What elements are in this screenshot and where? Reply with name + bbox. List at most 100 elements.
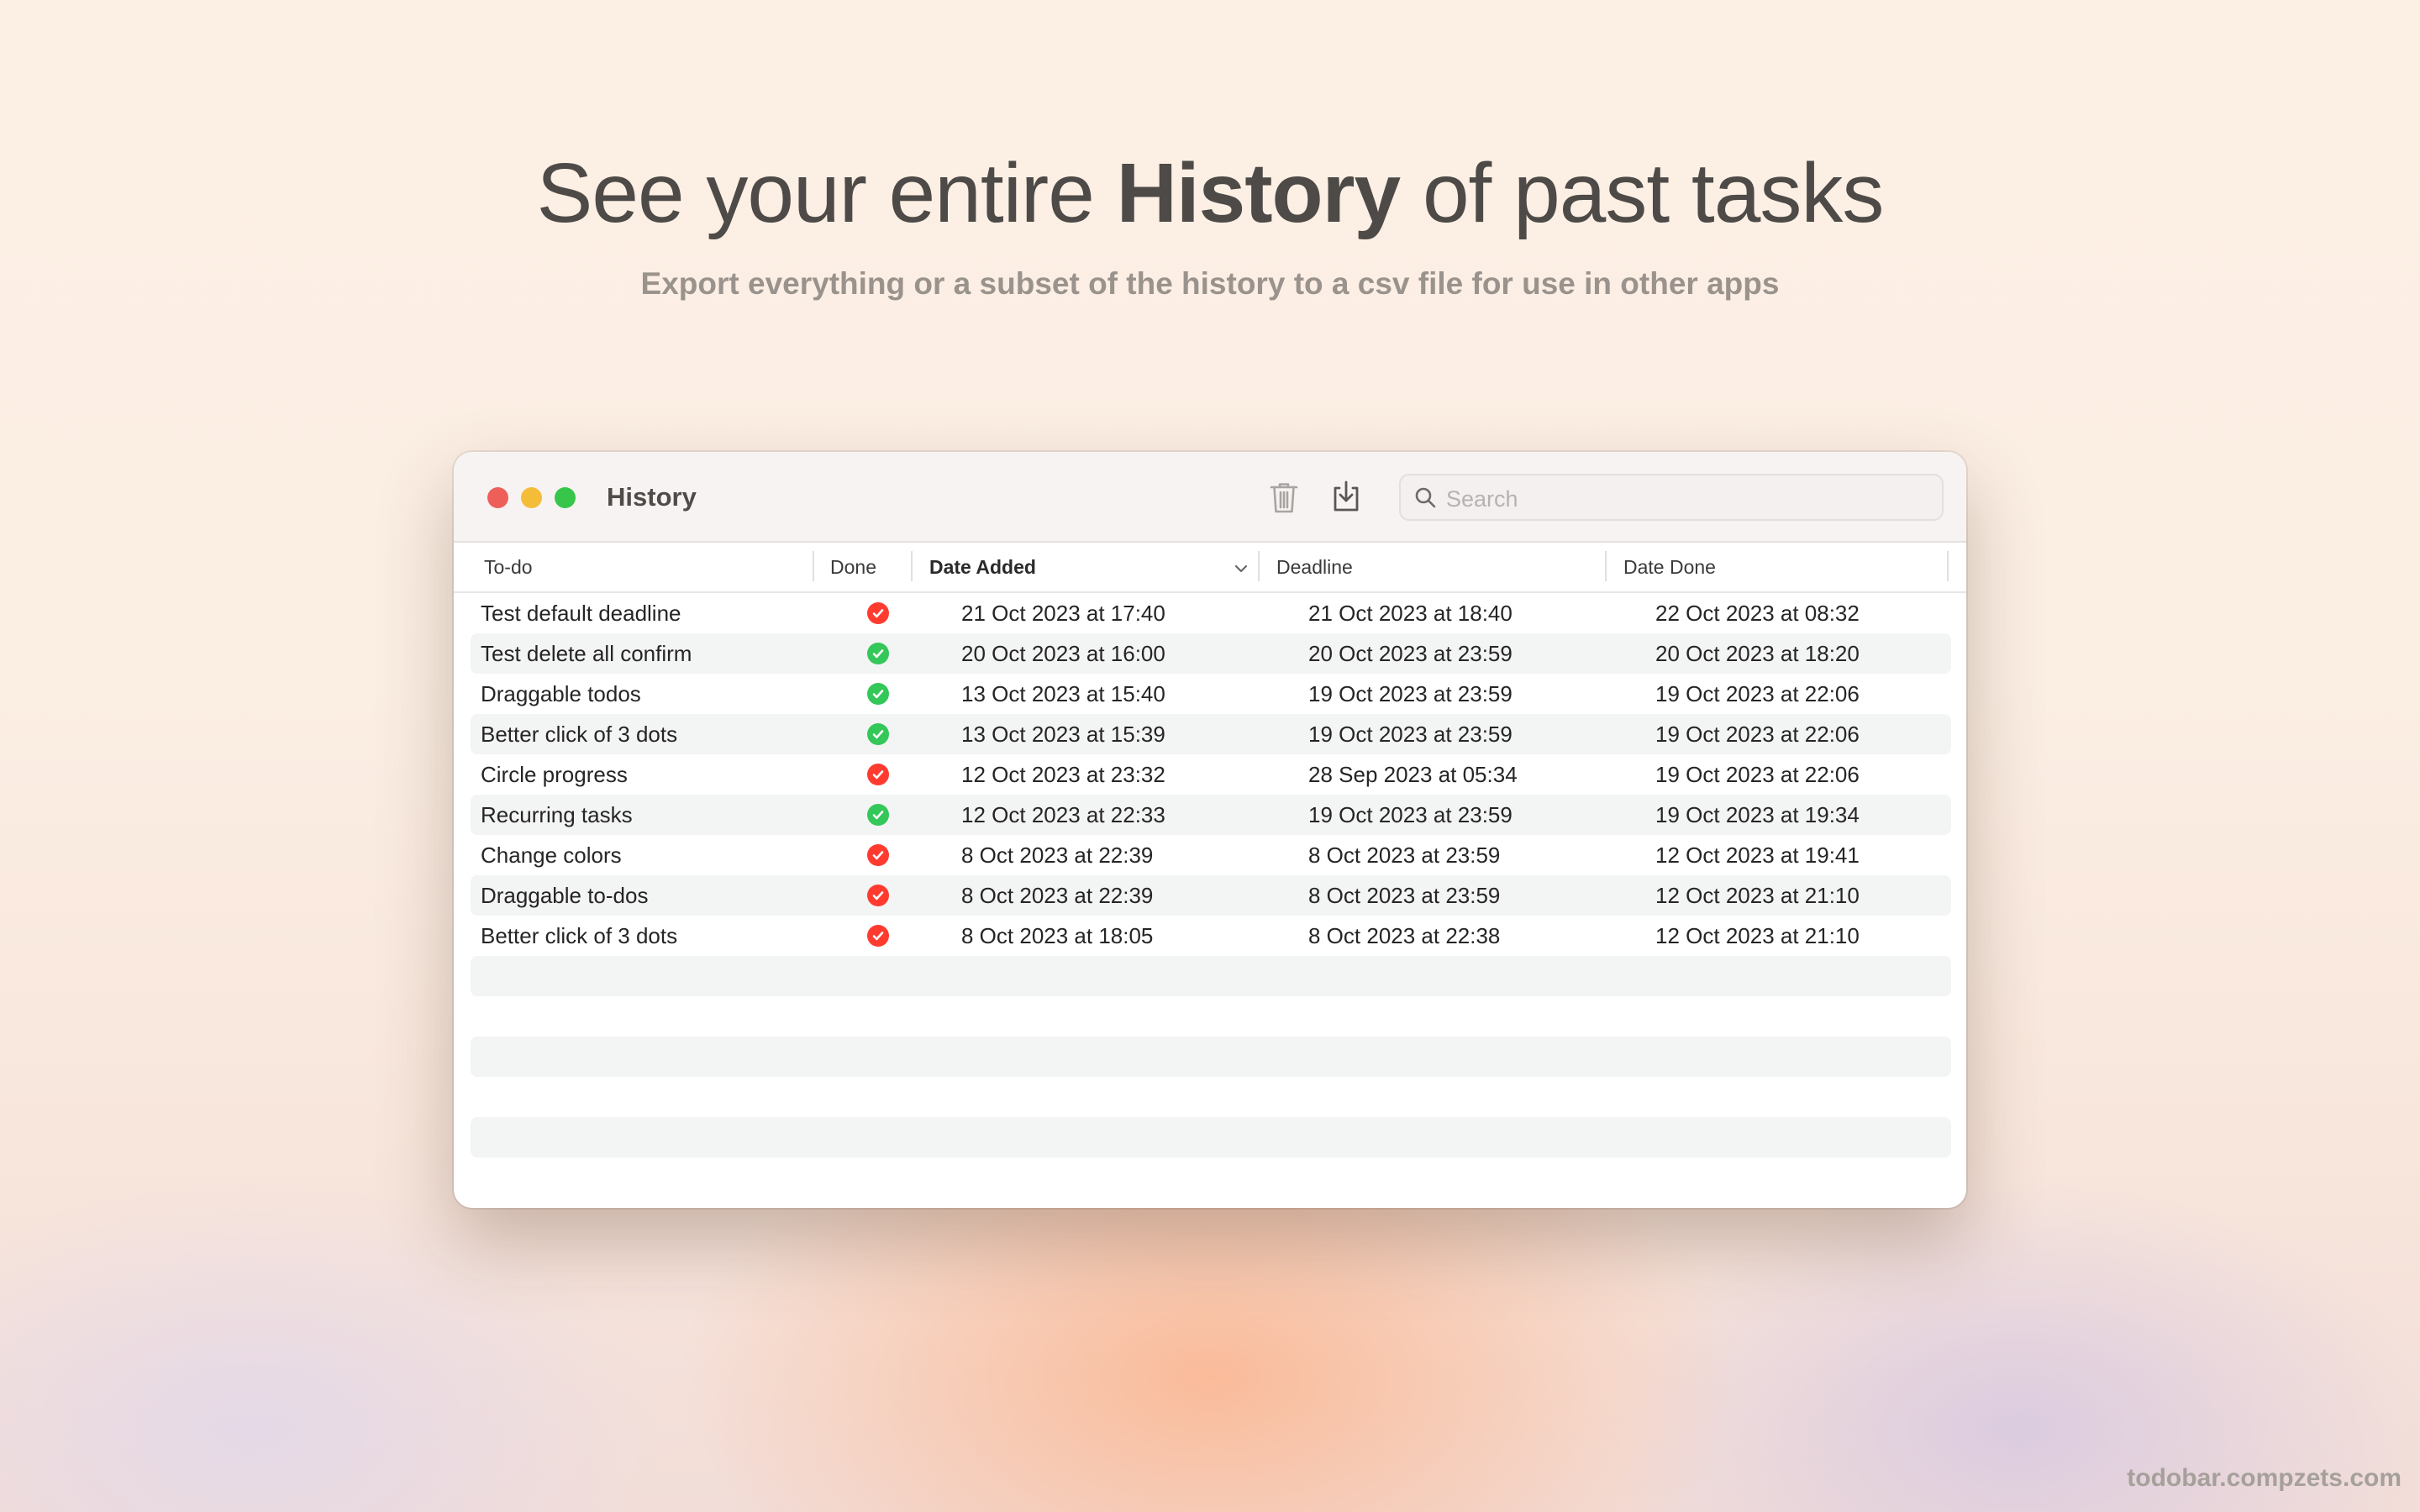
chevron-down-icon [1234, 564, 1248, 573]
done-cell [867, 723, 889, 745]
empty-row [471, 996, 1951, 1037]
date-done-cell: 12 Oct 2023 at 19:41 [1655, 843, 1860, 868]
column-divider[interactable] [1605, 551, 1607, 581]
zoom-button[interactable] [555, 487, 576, 508]
done-cell [867, 764, 889, 785]
empty-row [471, 1117, 1951, 1158]
column-header-date-done[interactable]: Date Done [1623, 553, 1716, 581]
table-row[interactable]: Circle progress 12 Oct 2023 at 23:32 28 Se… [471, 754, 1951, 795]
not-done-check-icon [867, 925, 889, 947]
date-added-cell: 13 Oct 2023 at 15:40 [961, 681, 1165, 706]
date-added-cell: 8 Oct 2023 at 18:05 [961, 923, 1154, 948]
done-check-icon [867, 643, 889, 664]
delete-history-button[interactable] [1264, 477, 1304, 517]
table-row[interactable]: Recurring tasks 12 Oct 2023 at 22:33 19 Oc… [471, 795, 1951, 835]
done-cell [867, 885, 889, 906]
trash-icon [1270, 483, 1298, 513]
table-row[interactable]: Better click of 3 dots 13 Oct 2023 at 15:… [471, 714, 1951, 754]
column-divider[interactable] [1258, 551, 1260, 581]
todo-cell: Change colors [481, 843, 622, 868]
date-done-cell: 12 Oct 2023 at 21:10 [1655, 883, 1860, 908]
todo-cell: Draggable todos [481, 681, 641, 706]
done-check-icon [867, 683, 889, 705]
not-done-check-icon [867, 844, 889, 866]
hero-title-end: of past tasks [1400, 146, 1884, 240]
date-done-cell: 19 Oct 2023 at 19:34 [1655, 802, 1860, 827]
done-cell [867, 844, 889, 866]
column-divider[interactable] [911, 551, 913, 581]
date-done-cell: 12 Oct 2023 at 21:10 [1655, 923, 1860, 948]
todo-cell: Test default deadline [481, 601, 681, 626]
done-check-icon [867, 804, 889, 826]
export-csv-button[interactable] [1326, 477, 1366, 517]
column-header-deadline[interactable]: Deadline [1276, 553, 1353, 581]
table-row[interactable]: Draggable to-dos 8 Oct 2023 at 22:39 8 Oct… [471, 875, 1951, 916]
table-row[interactable]: Change colors 8 Oct 2023 at 22:39 8 Oct 20… [471, 835, 1951, 875]
column-header-date-added[interactable]: Date Added [929, 553, 1036, 581]
todo-cell: Test delete all confirm [481, 641, 692, 666]
search-field[interactable] [1399, 474, 1944, 521]
date-done-cell: 19 Oct 2023 at 22:06 [1655, 681, 1860, 706]
done-cell [867, 683, 889, 705]
not-done-check-icon [867, 885, 889, 906]
titlebar: History [454, 452, 1966, 543]
hero-title-start: See your entire [536, 146, 1117, 240]
column-divider[interactable] [813, 551, 814, 581]
date-added-cell: 8 Oct 2023 at 22:39 [961, 843, 1154, 868]
date-done-cell: 19 Oct 2023 at 22:06 [1655, 762, 1860, 787]
window-title: History [607, 482, 697, 512]
todo-cell: Recurring tasks [481, 802, 633, 827]
table-row[interactable]: Better click of 3 dots 8 Oct 2023 at 18:0… [471, 916, 1951, 956]
empty-row [471, 956, 1951, 996]
deadline-cell: 19 Oct 2023 at 23:59 [1308, 722, 1512, 747]
date-added-cell: 13 Oct 2023 at 15:39 [961, 722, 1165, 747]
empty-row [471, 1077, 1951, 1117]
table-header: To-do Done Date Added Deadline Date Done [454, 543, 1966, 593]
hero-title-bold: History [1116, 146, 1402, 240]
not-done-check-icon [867, 602, 889, 624]
table-row[interactable]: Draggable todos 13 Oct 2023 at 15:40 19 Oc… [471, 674, 1951, 714]
export-icon [1334, 480, 1359, 512]
empty-row [471, 1037, 1951, 1077]
table-row[interactable]: Test delete all confirm 20 Oct 2023 at 16… [471, 633, 1951, 674]
done-cell [867, 925, 889, 947]
done-cell [867, 602, 889, 624]
todo-cell: Better click of 3 dots [481, 923, 678, 948]
history-window: History To-do Done [454, 452, 1966, 1208]
date-done-cell: 19 Oct 2023 at 22:06 [1655, 722, 1860, 747]
history-table-body: Test default deadline 21 Oct 2023 at 17:4… [471, 593, 1951, 1198]
todo-cell: Circle progress [481, 762, 628, 787]
date-done-cell: 20 Oct 2023 at 18:20 [1655, 641, 1860, 666]
footer-url: todobar.compzets.com [2127, 1464, 2402, 1492]
date-added-cell: 12 Oct 2023 at 22:33 [961, 802, 1165, 827]
date-added-cell: 20 Oct 2023 at 16:00 [961, 641, 1165, 666]
deadline-cell: 28 Sep 2023 at 05:34 [1308, 762, 1518, 787]
date-done-cell: 22 Oct 2023 at 08:32 [1655, 601, 1860, 626]
close-button[interactable] [487, 487, 508, 508]
minimize-button[interactable] [521, 487, 542, 508]
deadline-cell: 8 Oct 2023 at 23:59 [1308, 843, 1501, 868]
deadline-cell: 8 Oct 2023 at 22:38 [1308, 923, 1501, 948]
date-added-cell: 21 Oct 2023 at 17:40 [961, 601, 1165, 626]
hero-title: See your entire History of past tasks [0, 143, 2420, 244]
todo-cell: Draggable to-dos [481, 883, 649, 908]
deadline-cell: 19 Oct 2023 at 23:59 [1308, 681, 1512, 706]
done-check-icon [867, 723, 889, 745]
deadline-cell: 19 Oct 2023 at 23:59 [1308, 802, 1512, 827]
deadline-cell: 21 Oct 2023 at 18:40 [1308, 601, 1512, 626]
column-divider[interactable] [1947, 551, 1949, 581]
done-cell [867, 643, 889, 664]
search-input[interactable] [1444, 482, 1927, 516]
not-done-check-icon [867, 764, 889, 785]
date-added-cell: 8 Oct 2023 at 22:39 [961, 883, 1154, 908]
empty-row [471, 1158, 1951, 1198]
column-header-todo[interactable]: To-do [484, 553, 533, 581]
deadline-cell: 8 Oct 2023 at 23:59 [1308, 883, 1501, 908]
hero-subtitle: Export everything or a subset of the his… [640, 266, 1780, 301]
date-added-cell: 12 Oct 2023 at 23:32 [961, 762, 1165, 787]
deadline-cell: 20 Oct 2023 at 23:59 [1308, 641, 1512, 666]
done-cell [867, 804, 889, 826]
column-header-done[interactable]: Done [830, 553, 876, 581]
search-icon [1415, 487, 1436, 508]
table-row[interactable]: Test default deadline 21 Oct 2023 at 17:4… [471, 593, 1951, 633]
